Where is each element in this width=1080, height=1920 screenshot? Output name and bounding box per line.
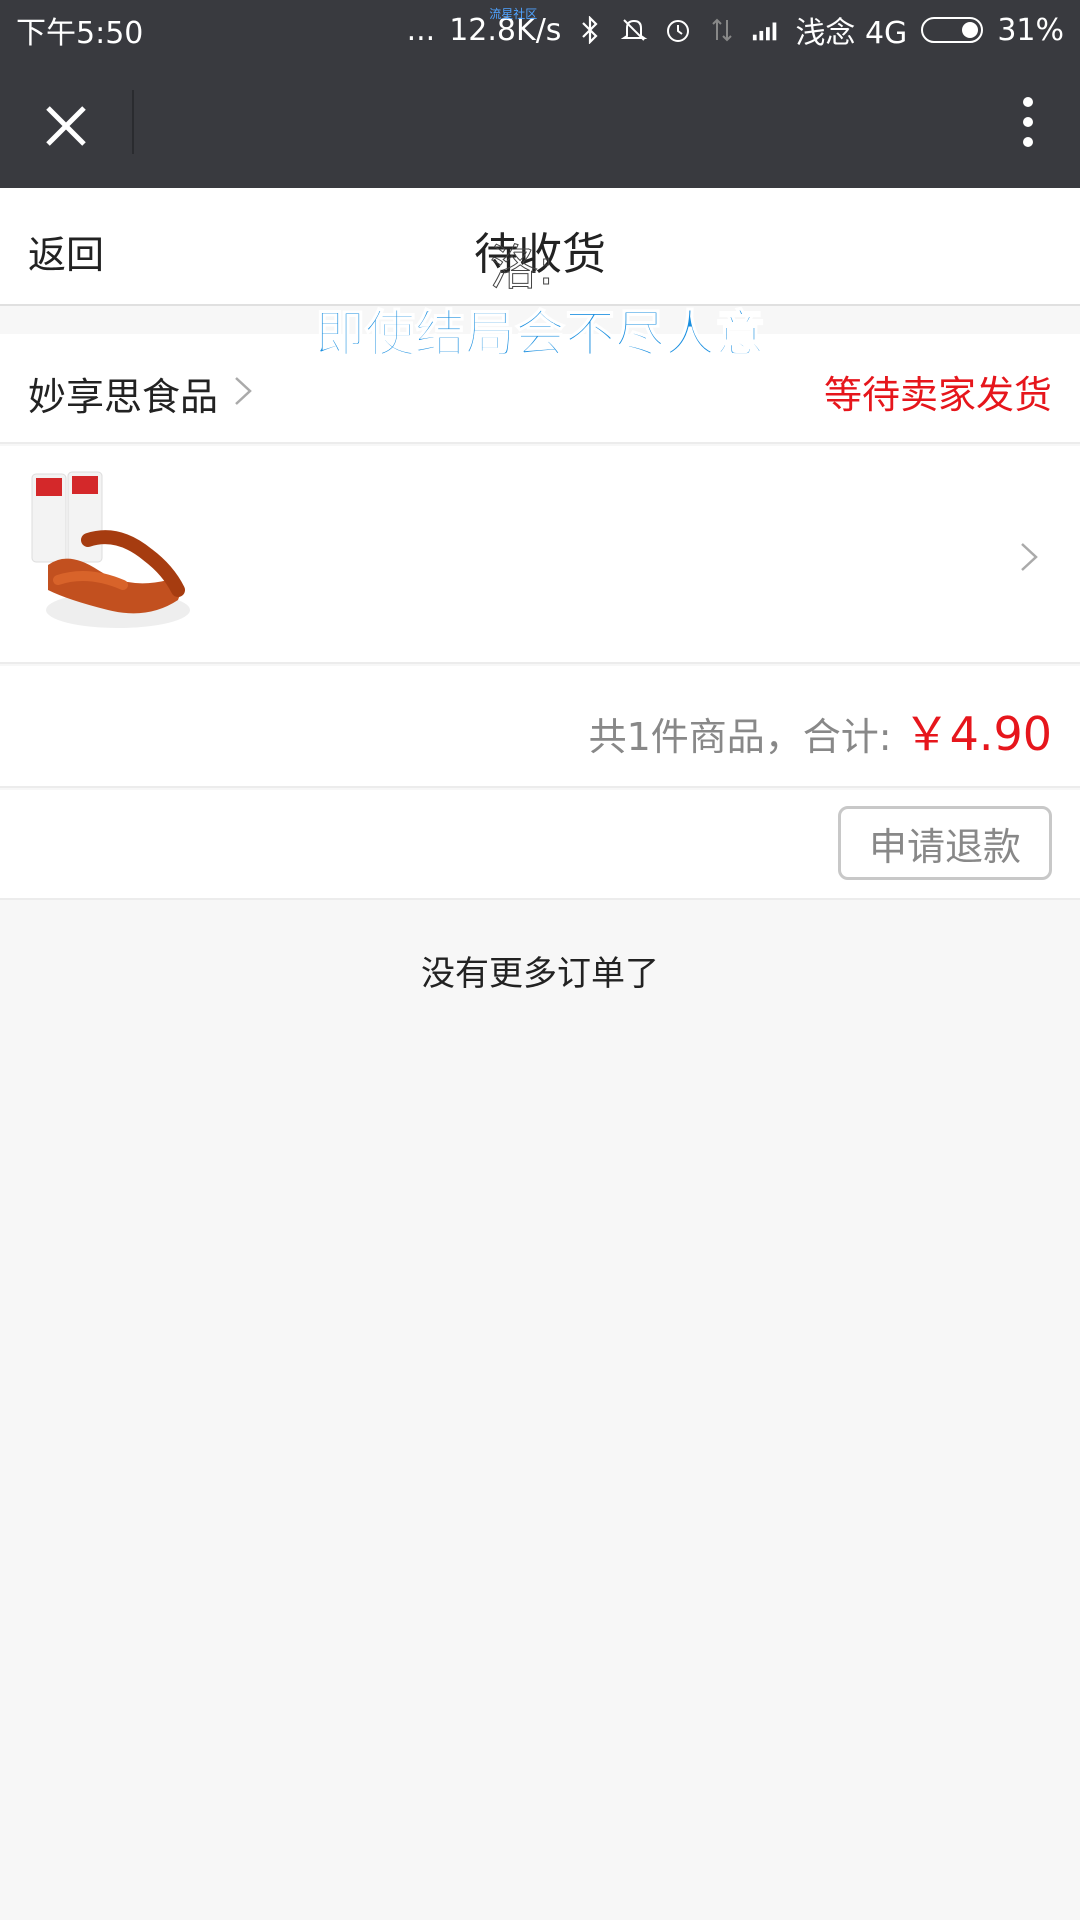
status-right-group: ... 流星社区 12.8K/s 浅念 4G 31%: [406, 7, 1064, 52]
shop-name[interactable]: 妙享思食品: [28, 366, 218, 421]
signal-icon: [751, 15, 781, 45]
more-vertical-icon[interactable]: [1016, 92, 1040, 152]
chevron-right-icon: [1018, 540, 1040, 574]
product-row[interactable]: [0, 446, 1080, 664]
product-image[interactable]: [28, 470, 194, 636]
top-bar-divider: [132, 90, 134, 154]
order-status: 等待卖家发货: [823, 373, 1052, 417]
status-carrier: 浅念 4G: [795, 16, 908, 51]
data-arrows-icon: [707, 15, 737, 45]
close-icon[interactable]: [36, 96, 96, 156]
status-more-dots: ...: [406, 12, 436, 48]
order-actions-row: 申请退款: [0, 790, 1080, 900]
no-more-orders-note: 没有更多订单了: [421, 954, 659, 994]
browser-top-bar: [0, 54, 1080, 188]
status-time: 下午5:50: [16, 16, 144, 51]
battery-icon: [921, 17, 984, 43]
chevron-right-icon: [232, 374, 254, 408]
mute-icon: [619, 15, 649, 45]
request-refund-button[interactable]: 申请退款: [838, 806, 1052, 880]
bluetooth-icon: [575, 15, 605, 45]
status-net-speed-wrap: 流星社区 12.8K/s: [449, 7, 561, 48]
title-overlay-text: 洛:: [489, 240, 555, 297]
total-price: ￥4.90: [903, 707, 1052, 761]
status-overlay-label: 流星社区: [489, 6, 538, 21]
status-bar: 下午5:50 ... 流星社区 12.8K/s 浅念 4G 31%: [0, 0, 1080, 54]
order-summary-row: 共1件商品，合计: ￥4.90: [0, 666, 1080, 788]
order-summary: 共1件商品，合计: ￥4.90: [589, 698, 1052, 764]
alarm-icon: [663, 15, 693, 45]
status-battery: 31%: [997, 12, 1064, 48]
summary-label: 共1件商品，合计:: [588, 715, 892, 759]
overlay-caption: 即使结局会不尽人意: [314, 304, 766, 364]
